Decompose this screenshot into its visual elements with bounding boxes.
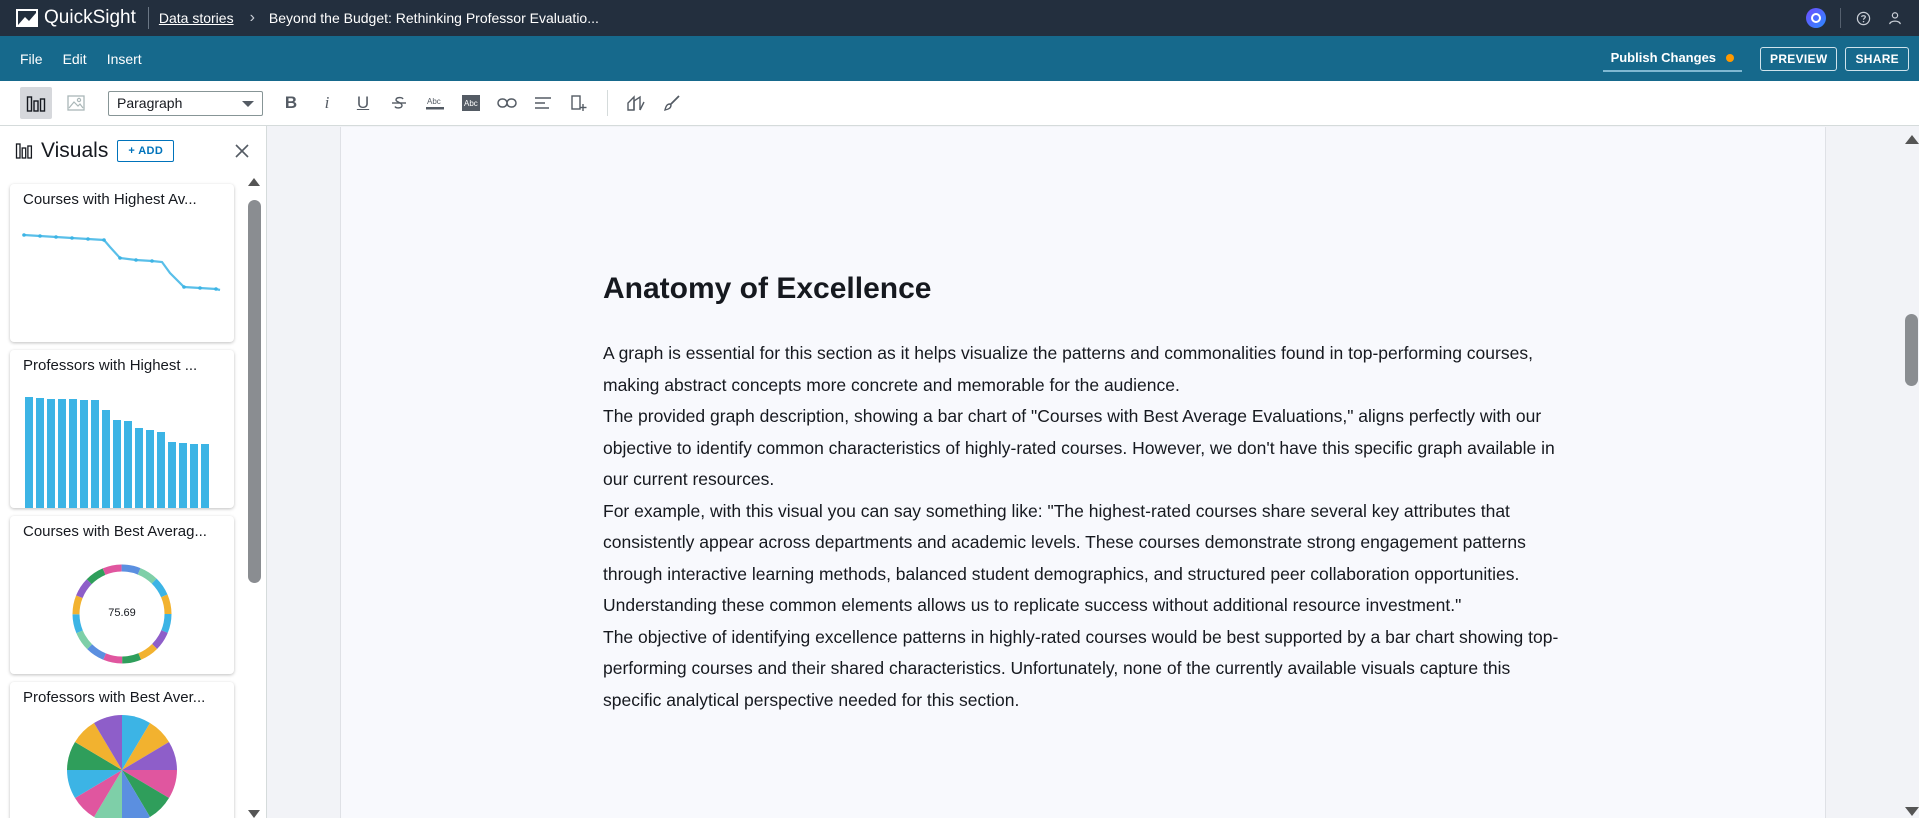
theme-button[interactable]	[618, 87, 654, 119]
menu-file[interactable]: File	[20, 51, 43, 67]
bar-chart-icon	[26, 96, 46, 112]
paint-brush-icon	[664, 95, 680, 111]
text-color-button[interactable]: Abc	[417, 87, 453, 119]
page-scrollbar[interactable]	[1904, 127, 1919, 818]
preview-button[interactable]: PREVIEW	[1760, 46, 1838, 71]
scroll-up-arrow-icon[interactable]	[248, 178, 260, 186]
insert-block-icon	[571, 95, 587, 111]
highlight-icon: Abc	[462, 95, 480, 111]
svg-text:Abc: Abc	[427, 97, 441, 106]
bar-chart-thumbnail	[25, 397, 209, 508]
story-breadcrumb-title: Beyond the Budget: Rethinking Professor …	[268, 10, 599, 26]
top-bar: QuickSight Data stories › Beyond the Bud…	[0, 0, 1919, 36]
visuals-panel-header: Visuals + ADD	[0, 126, 266, 176]
align-text-button[interactable]	[525, 87, 561, 119]
visual-card[interactable]: Professors with Best Aver...	[10, 682, 234, 818]
highlight-color-button[interactable]: Abc	[453, 87, 489, 119]
insert-link-button[interactable]	[489, 87, 525, 119]
visual-card[interactable]: Courses with Highest Av...	[10, 184, 234, 342]
body-paragraph[interactable]: For example, with this visual you can sa…	[603, 496, 1573, 622]
italic-button[interactable]: i	[309, 93, 345, 113]
chevron-right-icon: ›	[249, 9, 255, 26]
divider	[1840, 8, 1841, 28]
menu-edit[interactable]: Edit	[63, 51, 87, 67]
svg-text:Abc: Abc	[464, 99, 478, 108]
app-name: QuickSight	[44, 7, 136, 28]
bar-chart-icon	[15, 143, 33, 159]
line-chart-thumbnail	[22, 233, 221, 292]
visuals-panel-toggle[interactable]	[20, 87, 52, 119]
paragraph-style-value: Paragraph	[117, 95, 183, 111]
section-heading[interactable]: Anatomy of Excellence	[603, 272, 931, 306]
scroll-down-arrow-icon[interactable]	[248, 810, 260, 818]
publish-changes-button[interactable]: Publish Changes	[1602, 45, 1743, 72]
publish-changes-label: Publish Changes	[1610, 50, 1717, 65]
pie-chart-thumbnail	[67, 715, 177, 818]
donut-chart-thumbnail	[72, 564, 172, 664]
text-color-icon: Abc	[426, 97, 444, 110]
close-icon[interactable]	[233, 142, 251, 160]
bold-button[interactable]: B	[273, 93, 309, 113]
scroll-up-arrow-icon[interactable]	[1905, 135, 1919, 144]
user-icon[interactable]	[1887, 10, 1903, 26]
visuals-panel-title: Visuals	[41, 139, 109, 162]
quicksight-logo-icon	[16, 9, 38, 27]
paragraph-style-select[interactable]: Paragraph	[108, 90, 263, 116]
body-paragraph[interactable]: The provided graph description, showing …	[603, 401, 1573, 496]
breadcrumb-data-stories[interactable]: Data stories	[159, 10, 234, 26]
strikethrough-button[interactable]	[381, 87, 417, 119]
menu-insert[interactable]: Insert	[107, 51, 142, 67]
images-panel-toggle[interactable]	[60, 87, 92, 119]
chevron-down-icon	[242, 100, 254, 107]
help-icon[interactable]	[1855, 10, 1871, 26]
body-paragraph[interactable]: A graph is essential for this section as…	[603, 338, 1573, 401]
body-paragraph[interactable]: The objective of identifying excellence …	[603, 622, 1573, 717]
strikethrough-icon	[392, 96, 406, 109]
q-assistant-icon[interactable]	[1806, 8, 1826, 28]
add-visual-button[interactable]: + ADD	[117, 140, 175, 162]
theme-icon	[627, 95, 645, 111]
visuals-scrollbar[interactable]	[245, 178, 263, 818]
scrollbar-thumb[interactable]	[1905, 314, 1918, 386]
visual-card[interactable]: Courses with Best Averag... 75.69	[10, 516, 234, 674]
toolbar-divider	[607, 90, 608, 116]
share-button[interactable]: SHARE	[1845, 46, 1909, 71]
formatting-toolbar: Paragraph B i U Abc Abc	[0, 81, 1919, 126]
underline-button[interactable]: U	[345, 93, 381, 113]
format-painter-button[interactable]	[654, 87, 690, 119]
section-body[interactable]: A graph is essential for this section as…	[603, 338, 1573, 716]
scrollbar-thumb[interactable]	[248, 200, 261, 583]
image-icon	[67, 95, 85, 111]
menu-bar: File Edit Insert Publish Changes PREVIEW…	[0, 36, 1919, 81]
donut-center-value: 75.69	[108, 607, 136, 619]
link-icon	[497, 98, 517, 108]
divider	[147, 7, 149, 29]
scroll-down-arrow-icon[interactable]	[1905, 807, 1919, 816]
quicksight-logo[interactable]: QuickSight	[16, 7, 136, 29]
align-left-icon	[535, 97, 551, 109]
visuals-panel: Visuals + ADD Courses with Highest Av...…	[0, 126, 267, 818]
insert-element-button[interactable]	[561, 87, 597, 119]
unsaved-indicator-dot	[1726, 53, 1735, 62]
visual-card[interactable]: Professors with Highest ...	[10, 350, 234, 508]
